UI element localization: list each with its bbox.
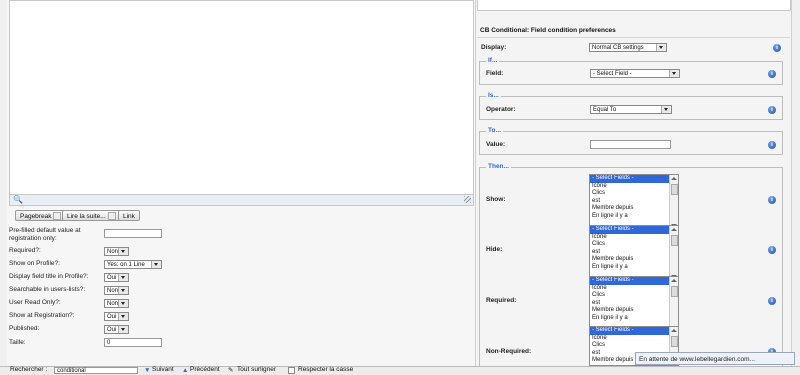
display-select[interactable]: Normal CB settings	[589, 43, 667, 52]
find-input[interactable]: conditional	[54, 367, 138, 374]
find-label: Rechercher :	[10, 366, 48, 373]
listbox-scrollbar[interactable]	[669, 226, 678, 280]
then-legend: Then...	[486, 163, 511, 170]
list-item[interactable]: Membre depuis	[590, 256, 678, 264]
published-select[interactable]: Oui	[104, 325, 129, 334]
read-more-icon	[107, 212, 116, 221]
required-info-icon[interactable]: i	[768, 297, 776, 305]
list-item[interactable]: Clics	[590, 241, 678, 249]
list-item[interactable]: Membre depuis	[590, 307, 678, 315]
non-required-label: Non-Required:	[486, 348, 532, 355]
display-title-select[interactable]: Oui	[104, 273, 129, 282]
field-label: Field:	[486, 70, 504, 77]
list-item[interactable]: est	[590, 300, 678, 308]
panel-title: CB Conditional: Field condition preferen…	[480, 27, 616, 34]
match-case-checkbox[interactable]	[288, 367, 295, 374]
highlight-all-button[interactable]: Tout surligner	[237, 366, 276, 373]
list-item[interactable]: - Select Fields -	[590, 175, 678, 183]
display-info-icon[interactable]: i	[773, 44, 781, 52]
operator-label: Operator:	[486, 106, 516, 113]
editor-statusbar: 🔍	[9, 194, 474, 206]
rich-text-editor[interactable]	[9, 0, 474, 195]
magnifier-icon: 🔍	[13, 195, 23, 204]
list-item[interactable]: Clics	[590, 292, 678, 300]
searchable-select[interactable]: Non	[104, 286, 129, 295]
loading-status: En attente de www.lebellegardien.com...	[635, 352, 795, 365]
list-item[interactable]: Icône	[590, 183, 678, 191]
show-info-icon[interactable]: i	[768, 196, 776, 204]
highlight-icon: ✎	[228, 367, 234, 374]
value-label: Value:	[486, 141, 506, 148]
list-item[interactable]: En ligne il y a	[590, 264, 678, 272]
hide-label: Hide:	[486, 246, 503, 253]
list-item[interactable]: - Select Fields -	[590, 277, 678, 285]
prefilled-input[interactable]	[104, 229, 162, 238]
list-item[interactable]: - Select Fields -	[590, 226, 678, 234]
resize-grip-icon[interactable]	[464, 196, 471, 203]
listbox-scrollbar[interactable]	[669, 175, 678, 229]
next-arrow-icon: ▼	[144, 367, 151, 374]
if-legend: If...	[486, 57, 500, 64]
list-item[interactable]: En ligne il y a	[590, 213, 678, 221]
published-label: Published:	[9, 325, 40, 332]
top-box	[477, 0, 791, 11]
to-legend: To...	[486, 127, 503, 134]
list-item[interactable]: est	[590, 249, 678, 257]
prev-arrow-icon: ▲	[182, 367, 189, 374]
hide-info-icon[interactable]: i	[768, 246, 776, 254]
read-only-select[interactable]: Non	[104, 299, 129, 308]
operator-select[interactable]: Equal To	[590, 105, 672, 114]
required-listbox[interactable]: - Select Fields - Icône Clics est Membre…	[589, 276, 679, 332]
show-profile-label: Show on Profile?:	[9, 260, 60, 267]
show-listbox[interactable]: - Select Fields - Icône Clics est Membre…	[589, 174, 679, 230]
list-item[interactable]: est	[590, 198, 678, 206]
match-case-label: Respecter la casse	[298, 366, 354, 373]
link-button[interactable]: Link	[118, 210, 140, 221]
list-item[interactable]: - Select Fields -	[590, 327, 678, 335]
list-item[interactable]: Clics	[590, 342, 678, 350]
required-label: Required?:	[9, 247, 41, 254]
find-prev-button[interactable]: Précédent	[190, 366, 220, 373]
size-input[interactable]: 0	[104, 338, 162, 347]
is-legend: Is...	[486, 92, 501, 99]
required-select[interactable]: Non	[104, 247, 129, 256]
show-registration-select[interactable]: Oui	[104, 312, 129, 321]
list-item[interactable]: Clics	[590, 190, 678, 198]
display-title-label: Display field title in Profile?:	[9, 273, 89, 280]
list-item[interactable]: Icône	[590, 234, 678, 242]
read-only-label: User Read Only?:	[9, 299, 61, 306]
listbox-scrollbar[interactable]	[669, 277, 678, 331]
read-more-button[interactable]: Lire la suite...	[62, 210, 121, 221]
find-next-button[interactable]: Suivant	[152, 366, 174, 373]
value-info-icon[interactable]: i	[768, 141, 776, 149]
field-info-icon[interactable]: i	[768, 70, 776, 78]
field-select[interactable]: - Select Field -	[590, 69, 680, 78]
window-scrollbar[interactable]	[791, 0, 800, 366]
size-label: Taille:	[9, 339, 26, 346]
show-label: Show:	[486, 196, 506, 203]
title-divider	[477, 37, 790, 38]
show-profile-select[interactable]: Yes: on 1 Line	[104, 260, 162, 269]
pagebreak-icon	[53, 212, 62, 221]
list-item[interactable]: Icône	[590, 285, 678, 293]
searchable-label: Searchable in users-lists?:	[9, 286, 86, 293]
hide-listbox[interactable]: - Select Fields - Icône Clics est Membre…	[589, 225, 679, 281]
required-list-label: Required:	[486, 297, 517, 304]
list-item[interactable]: En ligne il y a	[590, 315, 678, 323]
list-item[interactable]: Membre depuis	[590, 205, 678, 213]
display-label: Display:	[481, 44, 507, 51]
value-input[interactable]	[590, 140, 671, 149]
list-item[interactable]: Icône	[590, 335, 678, 343]
operator-info-icon[interactable]: i	[768, 106, 776, 114]
prefilled-label: Pre-filled default value at registration…	[9, 227, 81, 242]
show-registration-label: Show at Registration?:	[9, 312, 75, 319]
pagebreak-button[interactable]: Pagebreak	[15, 210, 67, 221]
